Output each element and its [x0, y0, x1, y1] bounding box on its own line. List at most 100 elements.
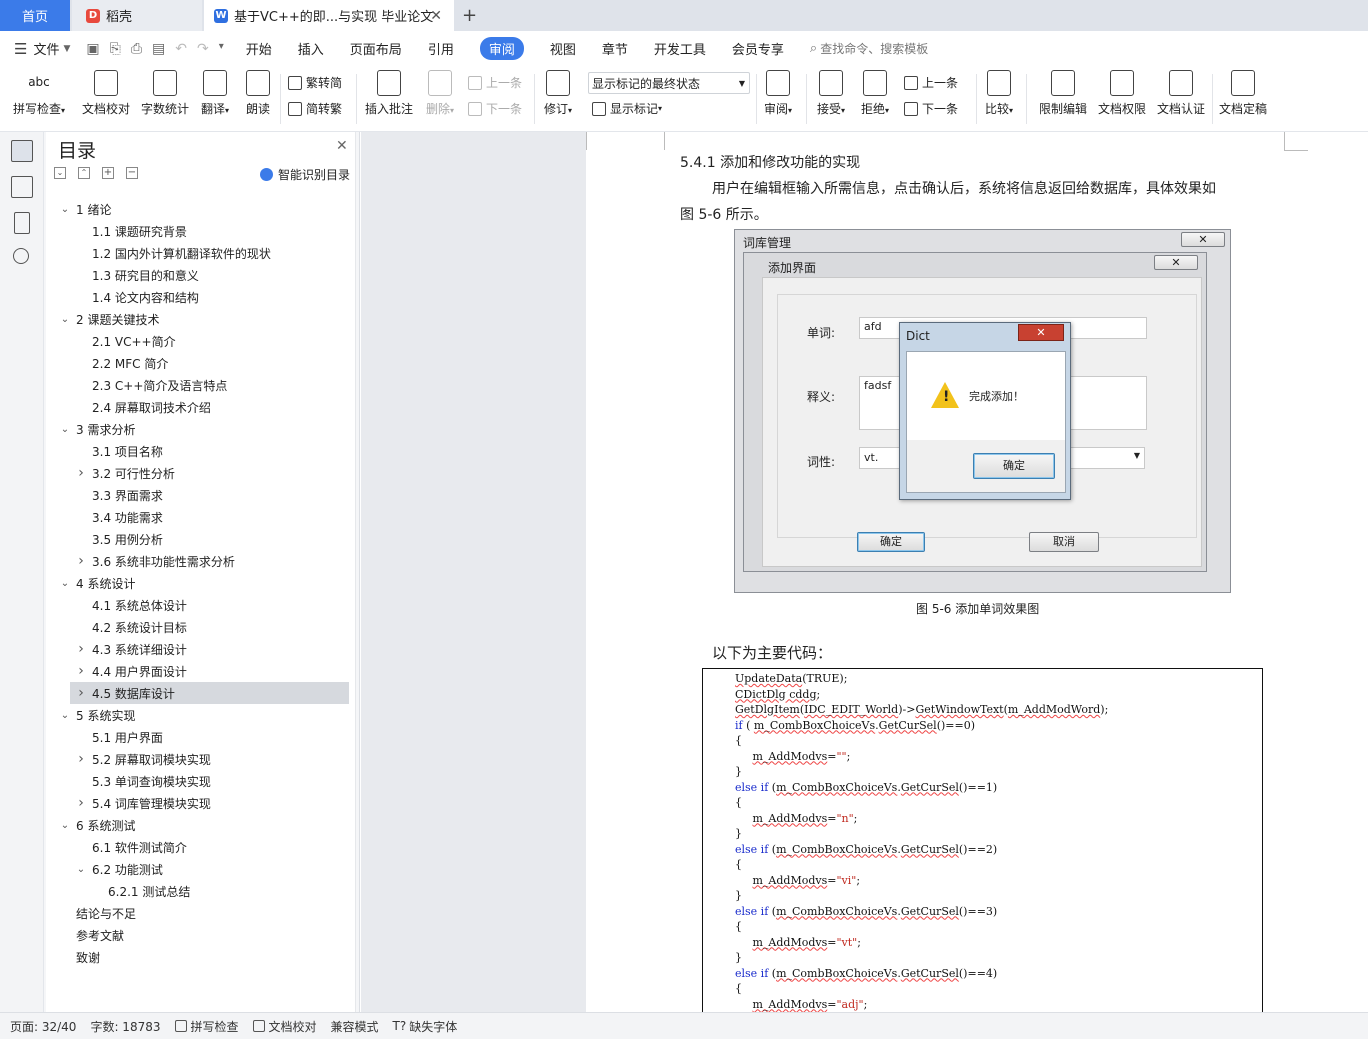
chevron-down-icon[interactable]: ⌄: [60, 424, 70, 435]
toc-item[interactable]: ⌄ 6.2 功能测试: [46, 858, 352, 880]
toc-item[interactable]: 5.3 单词查询模块实现: [46, 770, 352, 792]
chevron-right-icon[interactable]: ›: [76, 553, 86, 569]
status-proofread[interactable]: 文档校对: [252, 1018, 317, 1035]
toc-item[interactable]: 3.3 界面需求: [46, 484, 352, 506]
toc-item[interactable]: › 4.3 系统详细设计: [46, 638, 352, 660]
track-changes-button[interactable]: 修订▾: [540, 70, 576, 117]
doc-auth-button[interactable]: 文档认证: [1154, 70, 1208, 117]
remove-item-icon[interactable]: −: [126, 167, 138, 179]
status-spell-check[interactable]: 拼写检查: [174, 1018, 239, 1035]
undo-icon[interactable]: ↶: [175, 41, 187, 57]
toc-item[interactable]: 3.4 功能需求: [46, 506, 352, 528]
chapter-icon[interactable]: [11, 176, 33, 198]
menu-section[interactable]: 章节: [602, 39, 628, 58]
smart-toc-button[interactable]: 智能识别目录: [260, 166, 350, 183]
delete-comment-button[interactable]: 删除▾: [420, 70, 460, 117]
translate-button[interactable]: 翻译▾: [196, 70, 234, 117]
save-icon[interactable]: ▣: [86, 41, 99, 57]
toc-item[interactable]: 1.2 国内外计算机翻译软件的现状: [46, 242, 352, 264]
next-change-button[interactable]: 下一条: [904, 100, 958, 117]
word-count-button[interactable]: 字数统计: [138, 70, 192, 117]
toc-item[interactable]: › 3.6 系统非功能性需求分析: [46, 550, 352, 572]
proofread-button[interactable]: 文档校对: [78, 70, 134, 117]
prev-change-button[interactable]: 上一条: [904, 74, 958, 91]
export-icon[interactable]: ⎘: [110, 41, 121, 57]
menu-member[interactable]: 会员专享: [732, 39, 784, 58]
toc-item[interactable]: 6.2.1 测试总结: [46, 880, 352, 902]
chevron-down-icon[interactable]: ⌄: [60, 710, 70, 721]
collapse-all-icon[interactable]: ⌄: [54, 167, 66, 179]
toc-item[interactable]: 2.1 VC++简介: [46, 330, 352, 352]
compare-button[interactable]: 比较▾: [982, 70, 1016, 117]
simp-to-trad-button[interactable]: 简转繁: [288, 100, 342, 117]
menu-references[interactable]: 引用: [428, 39, 454, 58]
toc-item[interactable]: 4.1 系统总体设计: [46, 594, 352, 616]
chevron-right-icon[interactable]: ›: [76, 685, 86, 701]
chevron-right-icon[interactable]: ›: [76, 641, 86, 657]
toc-item[interactable]: 2.4 屏幕取词技术介绍: [46, 396, 352, 418]
toc-item[interactable]: 4.2 系统设计目标: [46, 616, 352, 638]
chevron-down-icon[interactable]: ⌄: [76, 864, 86, 875]
show-markup-button[interactable]: 显示标记 ▾: [592, 100, 662, 117]
reject-button[interactable]: 拒绝▾: [858, 70, 892, 117]
print-preview-icon[interactable]: ▤: [152, 41, 165, 57]
toc-item[interactable]: › 5.4 词库管理模块实现: [46, 792, 352, 814]
word-count[interactable]: 字数: 18783: [90, 1018, 160, 1035]
expand-all-icon[interactable]: ⌃: [78, 167, 90, 179]
restrict-edit-button[interactable]: 限制编辑: [1036, 70, 1090, 117]
toc-item[interactable]: 参考文献: [46, 924, 352, 946]
menu-file[interactable]: 文件: [33, 39, 59, 58]
menu-review[interactable]: 审阅: [479, 37, 524, 60]
toc-item[interactable]: ⌄ 2 课题关键技术: [46, 308, 352, 330]
menu-page-layout[interactable]: 页面布局: [350, 39, 402, 58]
toc-item[interactable]: 3.5 用例分析: [46, 528, 352, 550]
close-icon[interactable]: ✕: [336, 138, 348, 154]
toc-item[interactable]: 2.2 MFC 简介: [46, 352, 352, 374]
chevron-right-icon[interactable]: ›: [76, 465, 86, 481]
chevron-right-icon[interactable]: ›: [76, 663, 86, 679]
toc-item[interactable]: ⌄ 6 系统测试: [46, 814, 352, 836]
menu-developer[interactable]: 开发工具: [654, 39, 706, 58]
add-item-icon[interactable]: +: [102, 167, 114, 179]
toc-item[interactable]: 1.3 研究目的和意义: [46, 264, 352, 286]
review-pane-button[interactable]: 审阅▾: [760, 70, 796, 117]
chevron-down-icon[interactable]: ⌄: [60, 578, 70, 589]
chevron-right-icon[interactable]: ›: [76, 751, 86, 767]
toc-icon[interactable]: [11, 140, 33, 162]
bookmark-icon[interactable]: [14, 212, 30, 234]
prev-comment-button[interactable]: 上一条: [468, 74, 522, 91]
spell-check-button[interactable]: abc 拼写检查▾: [10, 70, 68, 117]
toc-item[interactable]: › 4.5 数据库设计: [70, 682, 349, 704]
toc-item[interactable]: 致谢: [46, 946, 352, 968]
toc-item[interactable]: 2.3 C++简介及语言特点: [46, 374, 352, 396]
markup-state-select[interactable]: 显示标记的最终状态 ▼: [588, 72, 750, 94]
toc-item[interactable]: 6.1 软件测试简介: [46, 836, 352, 858]
tab-document[interactable]: W 基于VC++的即...与实现 毕业论文 ✕: [204, 0, 454, 31]
chevron-down-icon[interactable]: ⌄: [60, 204, 70, 215]
page-indicator[interactable]: 页面: 32/40: [10, 1018, 76, 1035]
tab-docer[interactable]: D 稻壳: [72, 0, 202, 31]
toc-item[interactable]: ⌄ 3 需求分析: [46, 418, 352, 440]
redo-icon[interactable]: ↷: [197, 41, 209, 57]
toc-item[interactable]: 5.1 用户界面: [46, 726, 352, 748]
close-tab-icon[interactable]: ✕: [430, 8, 442, 24]
toc-item[interactable]: ⌄ 5 系统实现: [46, 704, 352, 726]
doc-permission-button[interactable]: 文档权限: [1096, 70, 1148, 117]
toc-item[interactable]: ⌄ 1 绪论: [46, 198, 352, 220]
search-icon[interactable]: [13, 248, 29, 264]
trad-to-simp-button[interactable]: 繁转简: [288, 74, 342, 91]
menu-start[interactable]: 开始: [246, 39, 272, 58]
toc-item[interactable]: ⌄ 4 系统设计: [46, 572, 352, 594]
toc-item[interactable]: 结论与不足: [46, 902, 352, 924]
accept-button[interactable]: 接受▾: [814, 70, 848, 117]
new-tab-button[interactable]: +: [462, 0, 482, 31]
tab-home[interactable]: 首页: [0, 0, 70, 31]
toc-item[interactable]: 3.1 项目名称: [46, 440, 352, 462]
missing-font[interactable]: T? 缺失字体: [393, 1018, 458, 1035]
toc-item[interactable]: › 3.2 可行性分析: [46, 462, 352, 484]
menu-insert[interactable]: 插入: [298, 39, 324, 58]
toc-item[interactable]: 1.1 课题研究背景: [46, 220, 352, 242]
toc-item[interactable]: 1.4 论文内容和结构: [46, 286, 352, 308]
chevron-down-icon[interactable]: ⌄: [60, 314, 70, 325]
menu-view[interactable]: 视图: [550, 39, 576, 58]
